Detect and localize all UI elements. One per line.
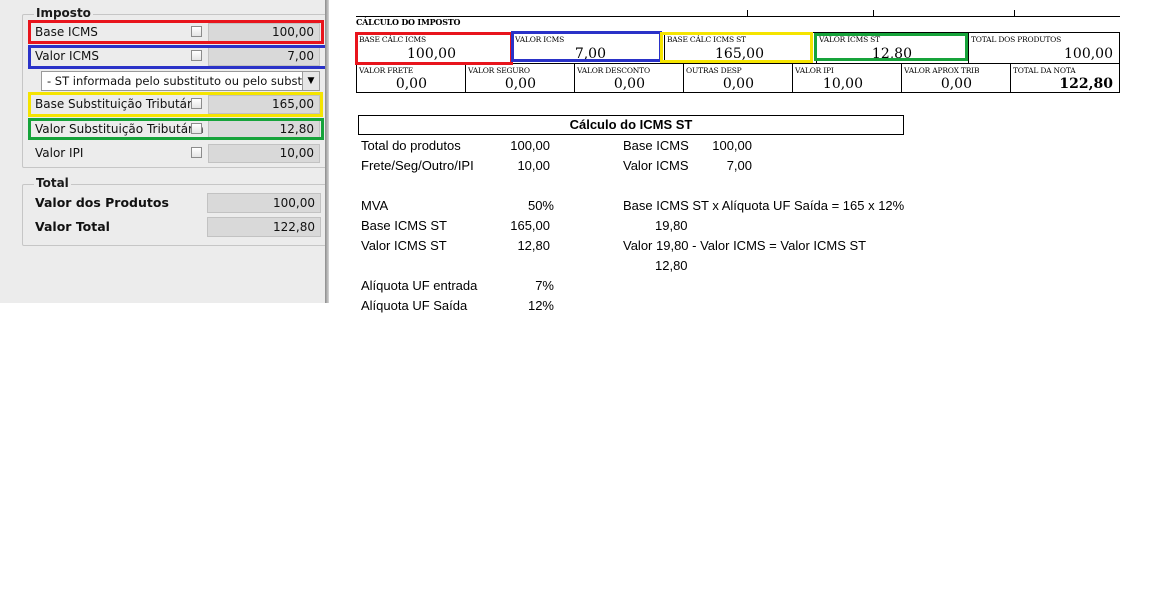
danfe-title: CÁLCULO DO IMPOSTO: [356, 17, 461, 27]
calc-valor-icms-value: 7,00: [726, 158, 752, 173]
imposto-title: Imposto: [34, 6, 93, 21]
danfe-calculo-imposto: CÁLCULO DO IMPOSTO BASE CÁLC ICMS 100,00…: [352, 0, 1122, 100]
calc-base-icms-label: Base ICMS: [623, 138, 689, 153]
valor-total-label: Valor Total: [35, 219, 110, 234]
danfe-total-produtos-label: TOTAL DOS PRODUTOS: [971, 35, 1062, 44]
danfe-rule-tick: [873, 10, 874, 16]
danfe-outras-label: OUTRAS DESP: [686, 66, 742, 75]
danfe-seguro-value: 0,00: [504, 76, 536, 92]
valor-produtos-value[interactable]: 100,00: [207, 193, 321, 213]
calc-aliq-saida-label: Alíquota UF Saída: [361, 298, 468, 313]
calc-frete-value: 10,00: [517, 158, 550, 173]
valor-ipi-value[interactable]: 10,00: [208, 144, 320, 163]
danfe-cut-off-line: [356, 94, 556, 98]
calc-aliq-entrada-label: Alíquota UF entrada: [361, 278, 478, 293]
calc-formula-2-result: 12,80: [655, 258, 688, 273]
calc-aliq-entrada-value: 7%: [535, 278, 554, 293]
highlight-blue: [28, 45, 328, 69]
valor-total-row: Valor Total 122,80: [34, 216, 324, 238]
danfe-top-rule: [356, 16, 1120, 17]
tax-panel: Imposto Base ICMS 100,00 Valor ICMS 7,00…: [0, 0, 328, 303]
calc-formula-1-result: 19,80: [655, 218, 688, 233]
danfe-frete-label: VALOR FRETE: [359, 66, 414, 75]
calc-base-icms-st-value: 165,00: [510, 218, 550, 233]
danfe-desconto-label: VALOR DESCONTO: [577, 66, 650, 75]
danfe-total-nota-value: 122,80: [1059, 76, 1113, 92]
calc-title: Cálculo do ICMS ST: [358, 115, 904, 135]
danfe-total-produtos-value: 100,00: [1064, 46, 1113, 62]
danfe-ipi-label: VALOR IPI: [795, 66, 834, 75]
calc-mva-label: MVA: [361, 198, 389, 213]
calc-formula-2: Valor 19,80 - Valor ICMS = Valor ICMS ST: [623, 238, 867, 253]
calc-valor-icms-st-value: 12,80: [517, 238, 550, 253]
calc-mva-value: 50%: [527, 198, 554, 213]
calc-valor-icms-label: Valor ICMS: [623, 158, 689, 173]
st-mode-select[interactable]: - ST informada pelo substituto ou pelo s…: [41, 71, 320, 91]
valor-total-value[interactable]: 122,80: [207, 217, 321, 237]
panel-edge-shadow: [325, 0, 329, 303]
highlight-green: [28, 118, 324, 140]
danfe-highlight-yellow: [660, 32, 813, 63]
calc-frete-label: Frete/Seg/Outro/IPI: [361, 158, 474, 173]
calc-base-icms-value: 100,00: [712, 138, 752, 153]
total-title: Total: [34, 176, 71, 191]
calc-base-icms-st-label: Base ICMS ST: [361, 218, 447, 233]
danfe-outras-value: 0,00: [722, 76, 754, 92]
danfe-desconto-value: 0,00: [613, 76, 645, 92]
valor-ipi-checkbox[interactable]: [191, 147, 202, 158]
danfe-ipi-cell: VALOR IPI 10,00: [793, 63, 902, 93]
danfe-outras-cell: OUTRAS DESP 0,00: [684, 63, 793, 93]
danfe-aprox-trib-cell: VALOR APROX TRIB 0,00: [902, 63, 1011, 93]
danfe-seguro-label: VALOR SEGURO: [468, 66, 530, 75]
calc-formula-1: Base ICMS ST x Alíquota UF Saída = 165 x…: [623, 198, 905, 213]
highlight-yellow: [28, 92, 323, 117]
calc-valor-icms-st-label: Valor ICMS ST: [361, 238, 447, 253]
danfe-ipi-value: 10,00: [822, 76, 863, 92]
danfe-aprox-trib-label: VALOR APROX TRIB: [904, 66, 980, 75]
st-mode-select-text: - ST informada pelo substituto ou pelo s…: [47, 74, 320, 88]
valor-produtos-label: Valor dos Produtos: [35, 195, 169, 210]
calc-total-produtos-label: Total do produtos: [361, 138, 461, 153]
danfe-total-nota-label: TOTAL DA NOTA: [1013, 66, 1076, 75]
chevron-down-icon[interactable]: ▼: [302, 72, 319, 90]
valor-ipi-row: Valor IPI 10,00: [34, 143, 324, 165]
danfe-seguro-cell: VALOR SEGURO 0,00: [466, 63, 575, 93]
danfe-rule-tick: [747, 10, 748, 16]
valor-produtos-row: Valor dos Produtos 100,00: [34, 192, 324, 214]
danfe-frete-value: 0,00: [395, 76, 427, 92]
danfe-rule-tick: [1014, 10, 1015, 16]
danfe-aprox-trib-value: 0,00: [940, 76, 972, 92]
danfe-total-nota-cell: TOTAL DA NOTA 122,80: [1011, 63, 1119, 93]
calc-aliq-saida-value: 12%: [527, 298, 554, 313]
danfe-frete-cell: VALOR FRETE 0,00: [357, 63, 466, 93]
danfe-highlight-red: [355, 32, 513, 65]
danfe-desconto-cell: VALOR DESCONTO 0,00: [575, 63, 684, 93]
calc-total-produtos-value: 100,00: [510, 138, 550, 153]
valor-ipi-label: Valor IPI: [35, 146, 84, 160]
highlight-red: [28, 20, 324, 44]
danfe-total-produtos-cell: TOTAL DOS PRODUTOS 100,00: [969, 33, 1119, 63]
danfe-highlight-green: [814, 33, 968, 61]
danfe-highlight-blue: [511, 31, 662, 62]
